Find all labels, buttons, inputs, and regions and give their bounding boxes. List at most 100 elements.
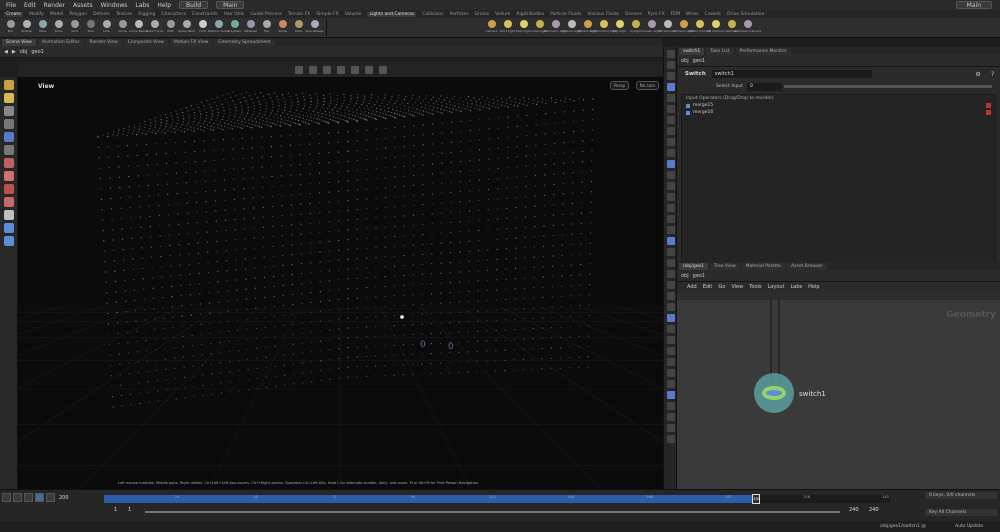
network-menu-item[interactable]: Add bbox=[687, 284, 697, 290]
tool-icon[interactable] bbox=[4, 106, 14, 116]
snap-icon[interactable] bbox=[309, 66, 317, 74]
shelf-tool[interactable]: Point Light bbox=[501, 19, 514, 37]
tab-network[interactable]: Tree View bbox=[710, 263, 740, 270]
network-menu-item[interactable]: View bbox=[731, 284, 743, 290]
shelf-tool[interactable]: Gamepad Camera bbox=[741, 19, 754, 37]
tab-network[interactable]: Asset Browser bbox=[787, 263, 827, 270]
display-option-icon[interactable] bbox=[667, 314, 675, 322]
shelf-tool[interactable]: Switcher bbox=[725, 19, 738, 37]
shelf-tab[interactable]: Particle Fluids bbox=[550, 12, 581, 17]
net-path-geo1[interactable]: geo1 bbox=[693, 273, 706, 279]
camera-icon[interactable] bbox=[351, 66, 359, 74]
shelf-tab[interactable]: Volume bbox=[345, 12, 362, 17]
display-option-icon[interactable] bbox=[667, 248, 675, 256]
display-option-icon[interactable] bbox=[667, 94, 675, 102]
auto-update-button[interactable]: Auto Update bbox=[955, 524, 983, 529]
tool-icon[interactable] bbox=[4, 145, 14, 155]
display-option-icon[interactable] bbox=[667, 50, 675, 58]
shelf-tool[interactable]: Portal Light bbox=[661, 19, 674, 37]
shelf-tab[interactable]: Texture bbox=[116, 12, 132, 17]
shelf-tool[interactable]: File bbox=[260, 19, 273, 37]
shelf-tab[interactable]: Simple FX bbox=[316, 12, 338, 17]
viewport-label[interactable]: View bbox=[38, 83, 54, 90]
desktop-selector-build[interactable]: Build bbox=[179, 1, 208, 9]
shelf-tab[interactable]: Polygon bbox=[69, 12, 87, 17]
tool-icon[interactable] bbox=[4, 119, 14, 129]
shelf-tab[interactable]: Crowds bbox=[705, 12, 722, 17]
step-back-button[interactable] bbox=[13, 493, 22, 502]
node-name-field[interactable]: switch1 bbox=[712, 70, 872, 78]
display-option-icon[interactable] bbox=[667, 413, 675, 421]
shelf-tab[interactable]: Vellum bbox=[495, 12, 510, 17]
tool-icon[interactable] bbox=[4, 80, 14, 90]
frame-cursor[interactable]: 200 bbox=[752, 494, 760, 504]
tab-viewport[interactable]: Scene View bbox=[2, 39, 36, 46]
display-option-icon[interactable] bbox=[667, 369, 675, 377]
shelf-tool[interactable]: VR Camera bbox=[709, 19, 722, 37]
tool-icon[interactable] bbox=[4, 223, 14, 233]
shelf-tool[interactable]: Path bbox=[164, 19, 177, 37]
remove-icon[interactable] bbox=[986, 103, 991, 108]
shelf-tool[interactable]: Box bbox=[4, 19, 17, 37]
tool-icon[interactable] bbox=[4, 93, 14, 103]
shelf-tool[interactable]: Spray Paint bbox=[180, 19, 193, 37]
shelf-tool[interactable]: Geometry Light bbox=[549, 19, 562, 37]
select-input-field[interactable]: 0 bbox=[747, 83, 782, 91]
list-item[interactable]: merge15 bbox=[682, 102, 995, 109]
tool-icon[interactable] bbox=[4, 210, 14, 220]
tab-parameter[interactable]: Performance Monitor bbox=[736, 48, 791, 55]
display-option-icon[interactable] bbox=[667, 204, 675, 212]
shelf-tool[interactable]: Line bbox=[100, 19, 113, 37]
end-frame-field-2[interactable]: 240 bbox=[869, 507, 879, 513]
display-option-icon[interactable] bbox=[667, 171, 675, 179]
tab-viewport[interactable]: Composite View bbox=[124, 39, 168, 46]
display-icon[interactable] bbox=[379, 66, 387, 74]
keys-status[interactable]: 0 keys, 0/0 channels bbox=[925, 492, 997, 499]
shelf-tool[interactable]: Spaceshape bbox=[308, 19, 321, 37]
shelf-tab[interactable]: Grains bbox=[475, 12, 490, 17]
tab-network[interactable]: /obj/geo1 bbox=[679, 263, 708, 270]
help-icon[interactable]: ? bbox=[991, 71, 994, 78]
jump-start-button[interactable] bbox=[2, 493, 11, 502]
scene-viewport[interactable]: 0 0 View Persp No cam Left mouse tumbles… bbox=[18, 77, 663, 489]
shelf-tab[interactable]: Wires bbox=[686, 12, 698, 17]
shelf-tool[interactable]: Font bbox=[196, 19, 209, 37]
end-frame-field[interactable]: 240 bbox=[849, 507, 859, 513]
display-option-icon[interactable] bbox=[667, 270, 675, 278]
display-option-icon[interactable] bbox=[667, 325, 675, 333]
display-option-icon[interactable] bbox=[667, 347, 675, 355]
path-geo1[interactable]: geo1 bbox=[31, 49, 44, 55]
network-canvas[interactable]: switch1 bbox=[677, 300, 1000, 489]
tool-icon[interactable] bbox=[4, 171, 14, 181]
display-option-icon[interactable] bbox=[667, 424, 675, 432]
shelf-tab[interactable]: FEM bbox=[671, 12, 680, 17]
shelf-tool[interactable]: Environment Light bbox=[597, 19, 610, 37]
menu-windows[interactable]: Windows bbox=[101, 2, 128, 9]
display-option-icon[interactable] bbox=[667, 336, 675, 344]
shelf-tab[interactable]: Oceans bbox=[625, 12, 642, 17]
shelf-tab[interactable]: Create bbox=[4, 12, 23, 17]
path-obj[interactable]: obj bbox=[20, 49, 28, 55]
gear-icon[interactable]: ⚙ bbox=[975, 71, 980, 78]
menu-render[interactable]: Render bbox=[44, 2, 65, 9]
display-option-icon[interactable] bbox=[667, 391, 675, 399]
shelf-tab[interactable]: Collisions bbox=[422, 12, 443, 17]
range-slider[interactable] bbox=[145, 511, 840, 513]
jump-end-button[interactable] bbox=[46, 493, 55, 502]
network-menu-item[interactable]: Edit bbox=[703, 284, 713, 290]
play-button[interactable] bbox=[35, 493, 44, 502]
shelf-tab[interactable]: Terrain FX bbox=[288, 12, 310, 17]
menu-assets[interactable]: Assets bbox=[73, 2, 93, 9]
shelf-tool[interactable]: Distant Light bbox=[581, 19, 594, 37]
view-tool-icon[interactable] bbox=[295, 66, 303, 74]
shelf-tool[interactable]: Camera bbox=[485, 19, 498, 37]
shelf-tool[interactable]: L-System bbox=[228, 19, 241, 37]
shelf-tab[interactable]: Viscous Fluids bbox=[587, 12, 619, 17]
list-item[interactable]: merge16 bbox=[682, 109, 995, 116]
shelf-tab[interactable]: Guide Process bbox=[250, 12, 282, 17]
start-frame-field[interactable]: 1 bbox=[114, 507, 117, 513]
current-frame-field[interactable]: 200 bbox=[59, 495, 69, 501]
display-option-icon[interactable] bbox=[667, 259, 675, 267]
tab-network[interactable]: Material Palette bbox=[742, 263, 785, 270]
shelf-tab[interactable]: Deform bbox=[93, 12, 110, 17]
